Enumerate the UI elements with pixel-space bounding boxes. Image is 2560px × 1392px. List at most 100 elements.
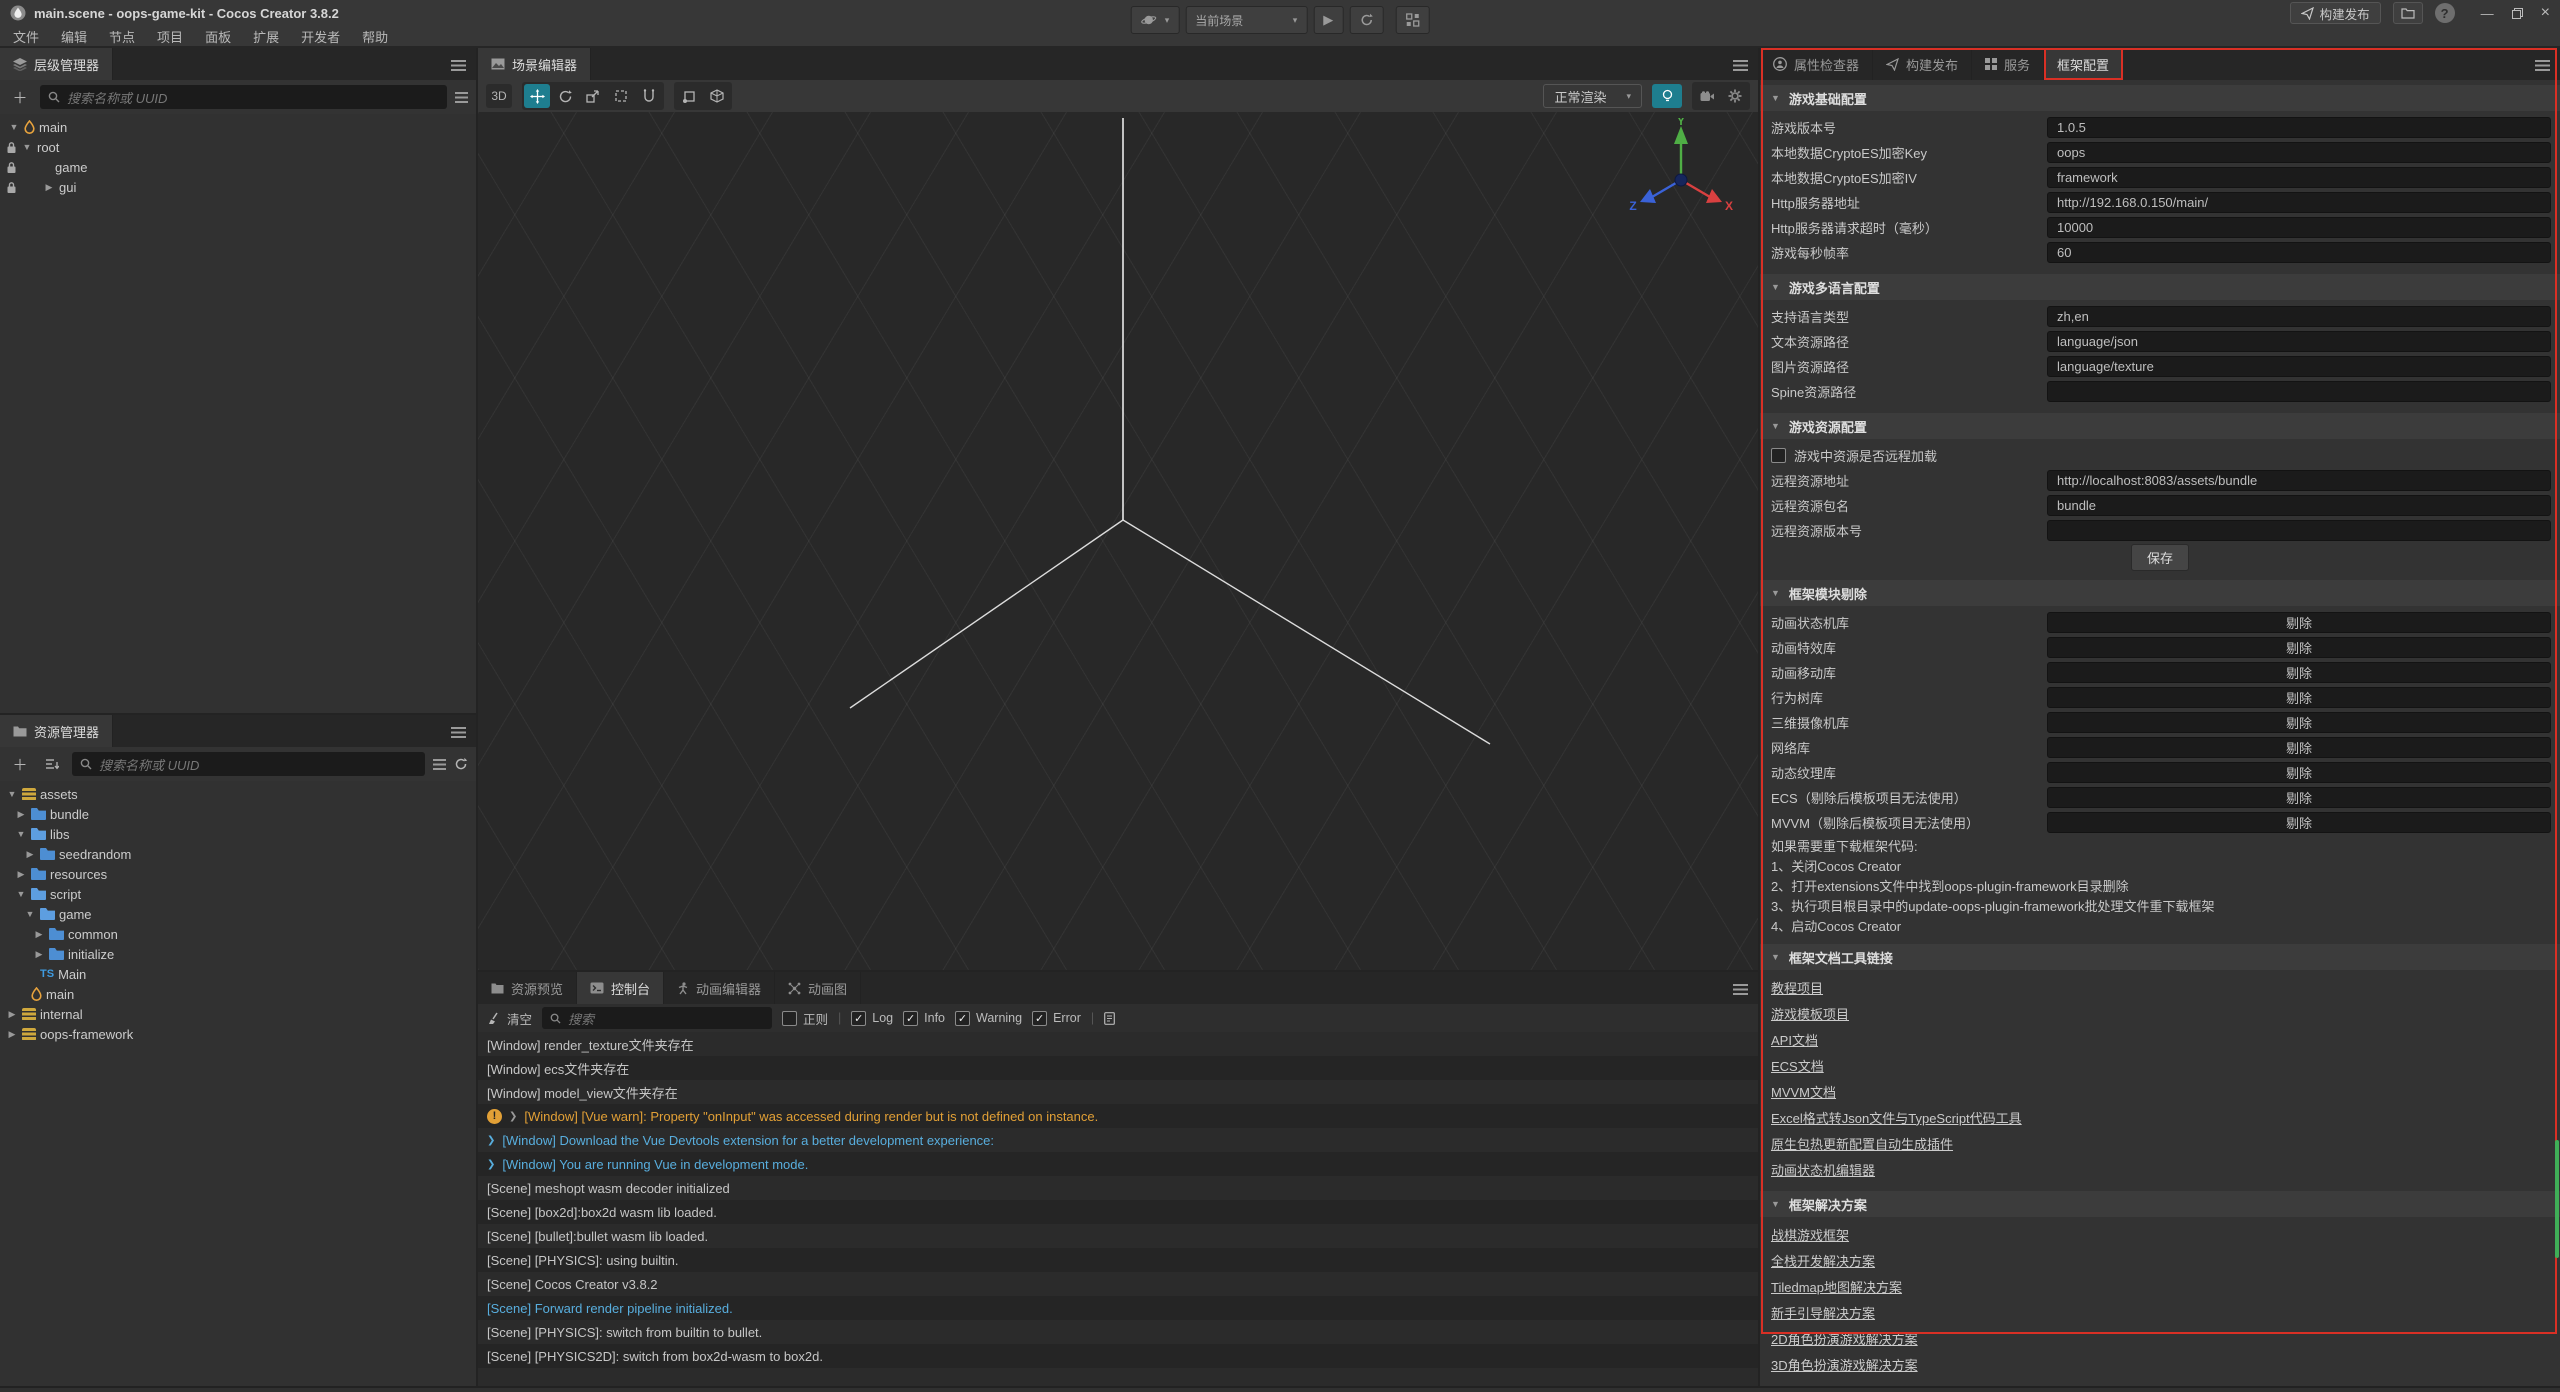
trim-effect-button[interactable]: 剔除 bbox=[2047, 637, 2551, 658]
filter-info-toggle[interactable]: ✓ Info bbox=[903, 1011, 945, 1026]
console-search-input[interactable]: 搜索 bbox=[542, 1007, 772, 1029]
collapse-icon[interactable]: ▼ bbox=[1771, 93, 1780, 103]
collapse-icon[interactable]: ▼ bbox=[1771, 421, 1780, 431]
expand-down-icon[interactable]: ▼ bbox=[15, 829, 27, 839]
tab-assets[interactable]: 资源管理器 bbox=[0, 715, 113, 747]
log-row[interactable]: [Window] ecs文件夹存在 bbox=[478, 1056, 1758, 1080]
log-row[interactable]: [Scene] Cocos Creator v3.8.2 bbox=[478, 1272, 1758, 1296]
render-mode-dropdown[interactable]: 正常渲染 ▾ bbox=[1543, 84, 1642, 108]
open-project-folder-button[interactable] bbox=[2393, 2, 2423, 24]
pivot-toggle-button[interactable] bbox=[676, 84, 702, 108]
doc-link-animator-editor[interactable]: 动画状态机编辑器 bbox=[1771, 1160, 1875, 1179]
expand-right-icon[interactable]: ❯ bbox=[487, 1135, 495, 1146]
tree-node-initialize[interactable]: ▶ initialize bbox=[0, 944, 476, 964]
section-header[interactable]: ▼框架文档工具链接 bbox=[1760, 944, 2560, 970]
panel-menu-icon[interactable] bbox=[1733, 983, 1748, 998]
regex-toggle[interactable]: 正则 bbox=[782, 1009, 828, 1028]
checkbox-checked[interactable]: ✓ bbox=[903, 1011, 918, 1026]
maximize-button[interactable] bbox=[2512, 8, 2523, 19]
checkbox-unchecked[interactable] bbox=[782, 1011, 797, 1026]
collapse-icon[interactable]: ▼ bbox=[1771, 588, 1780, 598]
fps-input[interactable]: 60 bbox=[2047, 242, 2551, 263]
filter-warning-toggle[interactable]: ✓ Warning bbox=[955, 1011, 1022, 1026]
tab-hierarchy[interactable]: 层级管理器 bbox=[0, 48, 113, 80]
tree-node-main[interactable]: ▼ main bbox=[0, 117, 476, 137]
section-header[interactable]: ▼游戏多语言配置 bbox=[1760, 274, 2560, 300]
expand-right-icon[interactable]: ▶ bbox=[6, 1009, 18, 1020]
section-header[interactable]: ▼框架模块剔除 bbox=[1760, 580, 2560, 606]
menu-developer[interactable]: 开发者 bbox=[290, 27, 351, 46]
scrollbar-thumb[interactable] bbox=[2555, 1140, 2559, 1258]
camera-settings-button[interactable] bbox=[1694, 84, 1720, 108]
log-row[interactable]: [Window] render_texture文件夹存在 bbox=[478, 1032, 1758, 1056]
filter-icon[interactable] bbox=[455, 92, 468, 103]
tree-node-internal[interactable]: ▶ internal bbox=[0, 1004, 476, 1024]
http-timeout-input[interactable]: 10000 bbox=[2047, 217, 2551, 238]
tree-node-main-ts[interactable]: TS Main bbox=[0, 964, 476, 984]
checkbox-checked[interactable]: ✓ bbox=[1032, 1011, 1047, 1026]
collapse-icon[interactable]: ▼ bbox=[1771, 282, 1780, 292]
solution-link-wargame[interactable]: 战棋游戏框架 bbox=[1771, 1225, 1849, 1244]
languages-input[interactable]: zh,en bbox=[2047, 306, 2551, 327]
trim-dynamic-texture-button[interactable]: 剔除 bbox=[2047, 762, 2551, 783]
add-asset-button[interactable]: ＋ bbox=[8, 752, 32, 776]
collapse-icon[interactable]: ▼ bbox=[1771, 1199, 1780, 1209]
tree-node-game[interactable]: game bbox=[0, 157, 476, 177]
panel-menu-icon[interactable] bbox=[451, 726, 466, 741]
text-path-input[interactable]: language/json bbox=[2047, 331, 2551, 352]
log-row-info[interactable]: [Scene] Forward render pipeline initiali… bbox=[478, 1296, 1758, 1320]
move-tool-button[interactable] bbox=[524, 84, 550, 108]
log-row[interactable]: [Scene] [PHYSICS2D]: switch from box2d-w… bbox=[478, 1344, 1758, 1368]
menu-extension[interactable]: 扩展 bbox=[242, 27, 290, 46]
log-row[interactable]: [Scene] [PHYSICS]: switch from builtin t… bbox=[478, 1320, 1758, 1344]
doc-link-tutorial[interactable]: 教程项目 bbox=[1771, 978, 1823, 997]
tab-animation-editor[interactable]: 动画编辑器 bbox=[664, 972, 775, 1004]
coordinate-toggle-button[interactable] bbox=[704, 84, 730, 108]
menu-help[interactable]: 帮助 bbox=[351, 27, 399, 46]
tab-services[interactable]: 服务 bbox=[1972, 48, 2044, 80]
http-server-input[interactable]: http://192.168.0.150/main/ bbox=[2047, 192, 2551, 213]
hierarchy-search-input[interactable]: 搜索名称或 UUID bbox=[40, 85, 447, 109]
log-row[interactable]: [Scene] [bullet]:bullet wasm lib loaded. bbox=[478, 1224, 1758, 1248]
doc-link-hotupdate-plugin[interactable]: 原生包热更新配置自动生成插件 bbox=[1771, 1134, 1953, 1153]
filter-log-toggle[interactable]: ✓ Log bbox=[851, 1011, 893, 1026]
trim-behavior-tree-button[interactable]: 剔除 bbox=[2047, 687, 2551, 708]
remote-version-input[interactable] bbox=[2047, 520, 2551, 541]
log-row[interactable]: [Scene] [box2d]:box2d wasm lib loaded. bbox=[478, 1200, 1758, 1224]
rect-tool-button[interactable] bbox=[608, 84, 634, 108]
tree-node-resources[interactable]: ▶ resources bbox=[0, 864, 476, 884]
expand-right-icon[interactable]: ❯ bbox=[487, 1159, 495, 1170]
expand-down-icon[interactable]: ▼ bbox=[24, 909, 36, 919]
expand-right-icon[interactable]: ❯ bbox=[509, 1111, 517, 1122]
tree-node-main-scene[interactable]: main bbox=[0, 984, 476, 1004]
ui-anchor-tool-button[interactable] bbox=[636, 84, 662, 108]
assets-search-input[interactable]: 搜索名称或 UUID bbox=[72, 752, 425, 776]
tree-node-gui[interactable]: ▶ gui bbox=[0, 177, 476, 197]
tree-node-seedrandom[interactable]: ▶ seedrandom bbox=[0, 844, 476, 864]
platform-select-button[interactable]: ▾ bbox=[1131, 6, 1180, 34]
crypto-iv-input[interactable]: framework bbox=[2047, 167, 2551, 188]
trim-network-button[interactable]: 剔除 bbox=[2047, 737, 2551, 758]
tree-node-script[interactable]: ▼ script bbox=[0, 884, 476, 904]
remote-bundle-input[interactable]: bundle bbox=[2047, 495, 2551, 516]
tree-node-assets[interactable]: ▼ assets bbox=[0, 784, 476, 804]
tab-animation-graph[interactable]: 动画图 bbox=[775, 972, 861, 1004]
expand-down-icon[interactable]: ▼ bbox=[21, 142, 33, 152]
tree-node-oops-framework[interactable]: ▶ oops-framework bbox=[0, 1024, 476, 1044]
log-row[interactable]: [Window] model_view文件夹存在 bbox=[478, 1080, 1758, 1104]
light-toggle-button[interactable] bbox=[1652, 84, 1682, 108]
close-button[interactable]: × bbox=[2541, 4, 2550, 22]
scene-viewport[interactable]: Y X Z bbox=[478, 112, 1758, 970]
restart-button[interactable] bbox=[1349, 6, 1383, 34]
expand-right-icon[interactable]: ▶ bbox=[6, 1029, 18, 1040]
tree-node-libs[interactable]: ▼ libs bbox=[0, 824, 476, 844]
tab-scene-editor[interactable]: 场景编辑器 bbox=[478, 48, 591, 80]
crypto-key-input[interactable]: oops bbox=[2047, 142, 2551, 163]
doc-link-template[interactable]: 游戏模板项目 bbox=[1771, 1004, 1849, 1023]
trim-move-button[interactable]: 剔除 bbox=[2047, 662, 2551, 683]
section-header[interactable]: ▼游戏资源配置 bbox=[1760, 413, 2560, 439]
tab-build-publish[interactable]: 构建发布 bbox=[1873, 48, 1972, 80]
tree-node-bundle[interactable]: ▶ bundle bbox=[0, 804, 476, 824]
expand-down-icon[interactable]: ▼ bbox=[15, 889, 27, 899]
expand-right-icon[interactable]: ▶ bbox=[15, 869, 27, 880]
